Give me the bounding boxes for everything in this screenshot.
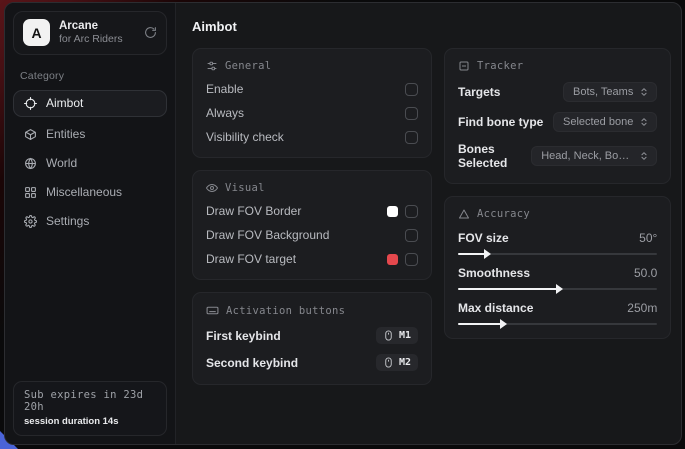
setting-label: Bones Selected xyxy=(458,142,531,170)
brand-name: Arcane xyxy=(59,19,135,33)
setting-row-smoothness: Smoothness 50.0 xyxy=(458,266,657,290)
chevrons-up-down-icon xyxy=(639,87,649,97)
mouse-icon xyxy=(383,330,394,341)
setting-row-find-bone-type: Find bone type Selected bone xyxy=(458,112,657,132)
chevrons-up-down-icon xyxy=(639,117,649,127)
card-tracker: Tracker Targets Bots, Teams Find bone ty… xyxy=(444,48,671,184)
visibility-check-checkbox[interactable] xyxy=(405,131,418,144)
setting-row-visibility-check: Visibility check xyxy=(206,130,418,144)
enable-checkbox[interactable] xyxy=(405,83,418,96)
card-visual: Visual Draw FOV Border Draw FOV Backgrou… xyxy=(192,170,432,280)
draw-fov-target-checkbox[interactable] xyxy=(405,253,418,266)
setting-row-fov-size: FOV size 50° xyxy=(458,231,657,255)
fov-size-slider[interactable] xyxy=(458,253,657,255)
card-accuracy-title: Accuracy xyxy=(458,208,657,220)
color-swatch-white[interactable] xyxy=(387,206,398,217)
targets-dropdown[interactable]: Bots, Teams xyxy=(563,82,657,102)
card-visual-title: Visual xyxy=(206,182,418,194)
card-tracker-title: Tracker xyxy=(458,60,657,72)
sidebar-item-label: Settings xyxy=(46,214,89,228)
scan-icon xyxy=(458,60,470,72)
setting-label: Smoothness xyxy=(458,266,530,280)
sidebar-item-aimbot[interactable]: Aimbot xyxy=(13,90,167,117)
setting-label: Max distance xyxy=(458,301,533,315)
subscription-box: Sub expires in 23d 20h session duration … xyxy=(13,381,167,436)
max-distance-slider[interactable] xyxy=(458,323,657,325)
first-keybind-button[interactable]: M1 xyxy=(376,327,418,344)
slider-value: 250m xyxy=(627,301,657,315)
globe-icon xyxy=(24,157,37,170)
setting-row-draw-fov-background: Draw FOV Background xyxy=(206,228,418,242)
second-keybind-button[interactable]: M2 xyxy=(376,354,418,371)
sidebar-item-world[interactable]: World xyxy=(13,150,167,177)
find-bone-type-dropdown[interactable]: Selected bone xyxy=(553,112,657,132)
card-general: General Enable Always Visibility check xyxy=(192,48,432,158)
setting-row-first-keybind: First keybind M1 xyxy=(206,327,418,344)
setting-label: Find bone type xyxy=(458,115,543,129)
setting-row-enable: Enable xyxy=(206,82,418,96)
smoothness-slider[interactable] xyxy=(458,288,657,290)
draw-fov-border-checkbox[interactable] xyxy=(405,205,418,218)
sidebar-item-label: Miscellaneous xyxy=(46,185,122,199)
color-swatch-red[interactable] xyxy=(387,254,398,265)
slider-value: 50.0 xyxy=(634,266,657,280)
setting-label: Second keybind xyxy=(206,356,298,370)
slider-thumb[interactable] xyxy=(556,284,563,294)
gear-icon xyxy=(24,215,37,228)
card-activation-title: Activation buttons xyxy=(206,304,418,317)
setting-row-always: Always xyxy=(206,106,418,120)
sidebar-item-miscellaneous[interactable]: Miscellaneous xyxy=(13,179,167,206)
bones-selected-dropdown[interactable]: Head, Neck, Body, Fe... xyxy=(531,146,657,166)
refresh-icon[interactable] xyxy=(144,26,157,39)
setting-label: Enable xyxy=(206,82,243,96)
box-icon xyxy=(24,128,37,141)
main-content: Aimbot General Enable Alw xyxy=(176,3,682,444)
chevrons-up-down-icon xyxy=(639,151,649,161)
session-duration: session duration 14s xyxy=(24,416,156,427)
brand-text: Arcane for Arc Riders xyxy=(59,19,135,47)
setting-row-draw-fov-target: Draw FOV target xyxy=(206,252,418,266)
slider-thumb[interactable] xyxy=(500,319,507,329)
setting-label: Always xyxy=(206,106,244,120)
setting-label: FOV size xyxy=(458,231,509,245)
sidebar-item-settings[interactable]: Settings xyxy=(13,208,167,235)
card-accuracy: Accuracy FOV size 50° xyxy=(444,196,671,339)
mouse-icon xyxy=(383,357,394,368)
app-window: A Arcane for Arc Riders Category Aimbot … xyxy=(4,2,682,445)
sidebar-item-label: Entities xyxy=(46,127,85,141)
sidebar: A Arcane for Arc Riders Category Aimbot … xyxy=(5,3,176,444)
card-general-title: General xyxy=(206,60,418,72)
sidebar-item-entities[interactable]: Entities xyxy=(13,121,167,148)
eye-icon xyxy=(206,182,218,194)
setting-label: Draw FOV Border xyxy=(206,204,301,218)
card-activation-buttons: Activation buttons First keybind M1 Seco… xyxy=(192,292,432,385)
sidebar-item-label: World xyxy=(46,156,77,170)
setting-label: First keybind xyxy=(206,329,281,343)
crosshair-icon xyxy=(24,97,37,110)
setting-label: Targets xyxy=(458,85,500,99)
sliders-icon xyxy=(206,60,218,72)
slider-thumb[interactable] xyxy=(484,249,491,259)
subscription-expiry: Sub expires in 23d 20h xyxy=(24,389,156,413)
setting-row-draw-fov-border: Draw FOV Border xyxy=(206,204,418,218)
draw-fov-background-checkbox[interactable] xyxy=(405,229,418,242)
brand-subtitle: for Arc Riders xyxy=(59,33,135,46)
brand-box: A Arcane for Arc Riders xyxy=(13,11,167,55)
slider-value: 50° xyxy=(639,231,657,245)
setting-label: Draw FOV target xyxy=(206,252,296,266)
grid-icon xyxy=(24,186,37,199)
keyboard-icon xyxy=(206,304,219,317)
setting-row-targets: Targets Bots, Teams xyxy=(458,82,657,102)
setting-label: Visibility check xyxy=(206,130,284,144)
setting-row-second-keybind: Second keybind M2 xyxy=(206,354,418,371)
setting-label: Draw FOV Background xyxy=(206,228,329,242)
setting-row-max-distance: Max distance 250m xyxy=(458,301,657,325)
delta-icon xyxy=(458,208,470,220)
category-label: Category xyxy=(20,70,160,82)
sidebar-item-label: Aimbot xyxy=(46,96,83,110)
always-checkbox[interactable] xyxy=(405,107,418,120)
page-title: Aimbot xyxy=(192,19,671,34)
app-logo: A xyxy=(23,19,50,46)
setting-row-bones-selected: Bones Selected Head, Neck, Body, Fe... xyxy=(458,142,657,170)
